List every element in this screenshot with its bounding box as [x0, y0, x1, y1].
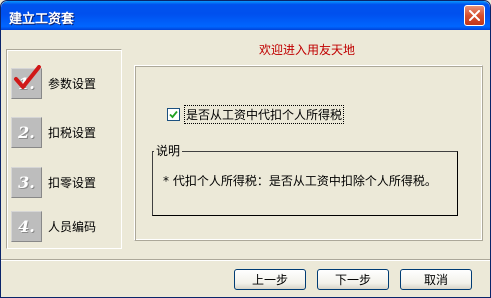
step-rounding: 3. 扣零设置 — [11, 167, 96, 198]
withhold-tax-option[interactable]: 是否从工资中代扣个人所得税 — [167, 105, 345, 124]
window-title: 建立工资套 — [9, 12, 75, 27]
close-icon — [469, 10, 480, 21]
red-checkmark-icon — [14, 65, 41, 89]
cancel-button[interactable]: 取消 — [400, 269, 472, 290]
prev-button[interactable]: 上一步 — [234, 269, 306, 290]
close-button[interactable] — [464, 5, 485, 26]
step-label: 人员编码 — [48, 220, 97, 234]
step-staff-code: 4. 人员编码 — [11, 211, 96, 242]
explanation-text: * 代扣个人所得税：是否从工资中扣除个人所得税。 — [163, 174, 437, 188]
step-tax: 2. 扣税设置 — [11, 117, 96, 148]
divider — [1, 259, 490, 261]
step-label: 扣税设置 — [48, 126, 97, 140]
step-1-icon: 1. — [11, 65, 42, 99]
step-number: 4. — [18, 217, 35, 236]
setup-wizard-window: 建立工资套 欢迎进入用友天地 1. 参数设置 2. 扣税设置 3. 扣零设置 4… — [0, 0, 491, 298]
step-params: 1. 参数设置 — [11, 65, 97, 99]
step-label: 参数设置 — [48, 77, 97, 91]
step-number: 2. — [18, 123, 35, 142]
next-button[interactable]: 下一步 — [317, 269, 389, 290]
withhold-tax-checkbox[interactable] — [167, 108, 180, 121]
withhold-tax-label[interactable]: 是否从工资中代扣个人所得税 — [184, 105, 345, 124]
step-label: 扣零设置 — [48, 176, 97, 190]
title-bar[interactable]: 建立工资套 — [1, 1, 490, 30]
step-number: 3. — [18, 173, 35, 192]
step-3-icon: 3. — [11, 167, 42, 198]
explanation-title: 说明 — [154, 142, 183, 159]
step-2-icon: 2. — [11, 117, 42, 148]
checkmark-icon — [169, 110, 178, 119]
step-4-icon: 4. — [11, 211, 42, 242]
welcome-text: 欢迎进入用友天地 — [258, 43, 355, 57]
